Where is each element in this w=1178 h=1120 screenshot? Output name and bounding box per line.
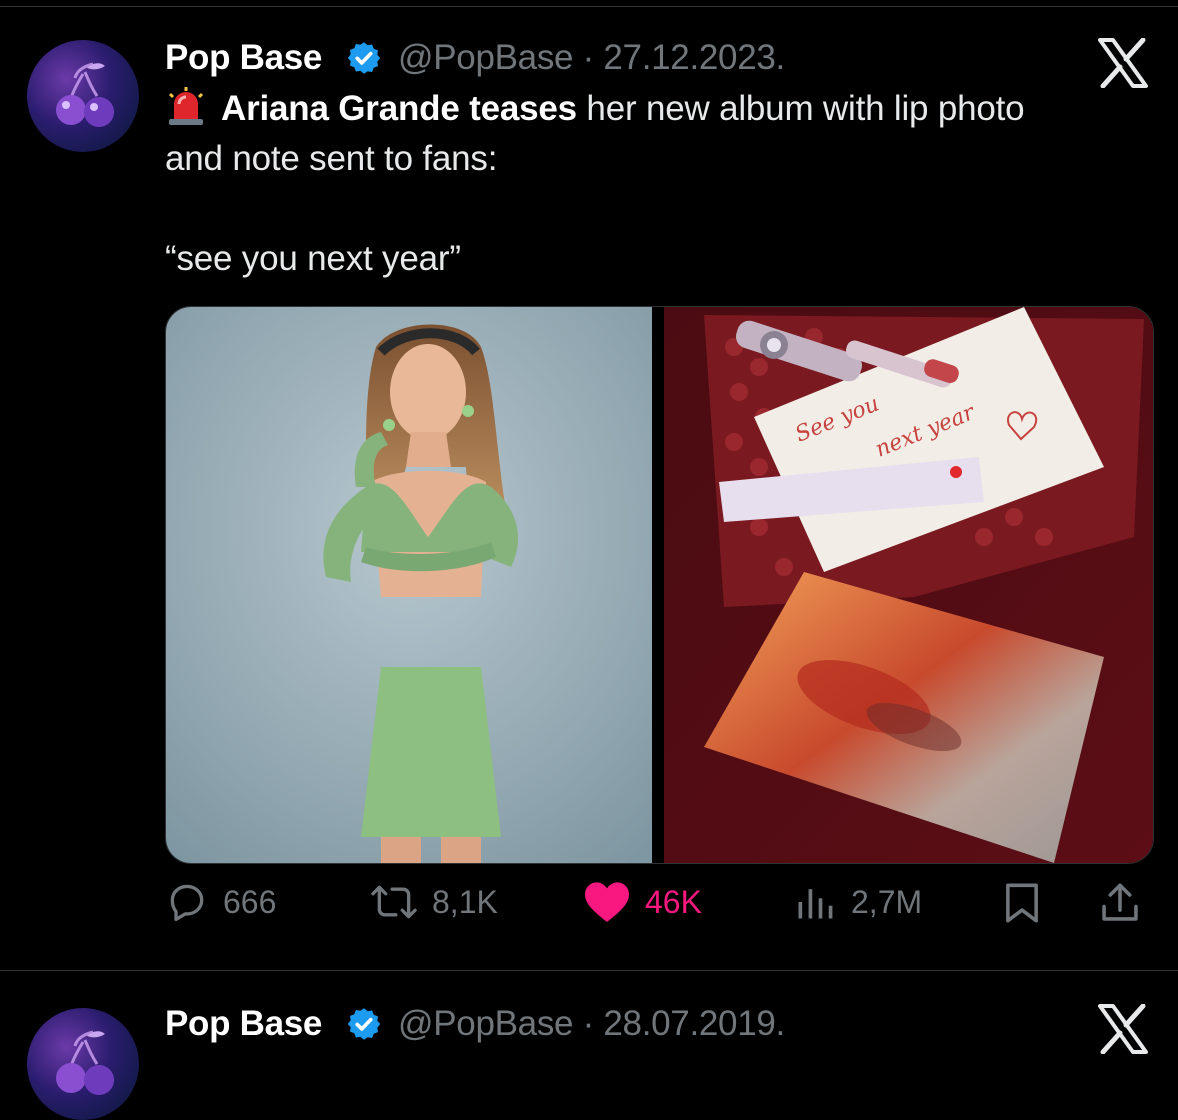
tweet-actions: 666 8,1K 46K 2,7M — [0, 880, 1178, 940]
retweet-arrows-icon — [371, 885, 417, 919]
share-button[interactable] — [1098, 880, 1156, 926]
author-name[interactable]: Pop Base — [165, 1004, 322, 1044]
media-grid[interactable]: See you next year — [165, 306, 1154, 864]
bookmark-button[interactable] — [1000, 880, 1058, 926]
retweet-button[interactable]: 8,1K — [370, 880, 498, 924]
handle-and-date[interactable]: @PopBase · 27.12.2023. — [398, 38, 785, 78]
speech-bubble-icon — [170, 884, 204, 922]
tweet-text-bold: Ariana Grande teases — [221, 89, 577, 128]
verified-badge-icon — [347, 1008, 381, 1040]
like-button[interactable]: 46K — [583, 880, 702, 924]
x-logo-icon[interactable] — [1097, 38, 1149, 88]
cherry-logo-icon — [56, 1030, 114, 1095]
police-siren-emoji — [168, 87, 204, 125]
like-count: 46K — [645, 883, 702, 920]
photo-model-green-outfit[interactable] — [166, 307, 652, 863]
avatar[interactable] — [27, 40, 139, 152]
photo-note-and-lip-photo[interactable]: See you next year — [664, 307, 1153, 863]
author-name[interactable]: Pop Base — [165, 38, 322, 78]
retweet-count: 8,1K — [432, 883, 498, 920]
avatar[interactable] — [27, 1008, 139, 1120]
cherry-logo-icon — [56, 62, 114, 127]
handle-and-date[interactable]: @PopBase · 28.07.2019. — [398, 1004, 785, 1044]
x-logo-icon[interactable] — [1097, 1004, 1149, 1054]
bookmark-icon — [1006, 883, 1038, 923]
tweet-text: Ariana Grande teases her new album with … — [165, 84, 1085, 284]
bar-chart-icon — [798, 889, 833, 919]
reply-button[interactable]: 666 — [165, 880, 276, 924]
heart-icon — [585, 882, 629, 922]
view-count: 2,7M — [851, 883, 923, 920]
views-button[interactable]: 2,7M — [793, 880, 922, 924]
top-divider — [0, 6, 1178, 7]
tweet-quote: “see you next year” — [165, 239, 461, 278]
verified-badge-icon — [347, 42, 381, 74]
share-upload-icon — [1102, 883, 1138, 921]
reply-count: 666 — [223, 883, 277, 920]
tweet-divider — [0, 970, 1178, 971]
